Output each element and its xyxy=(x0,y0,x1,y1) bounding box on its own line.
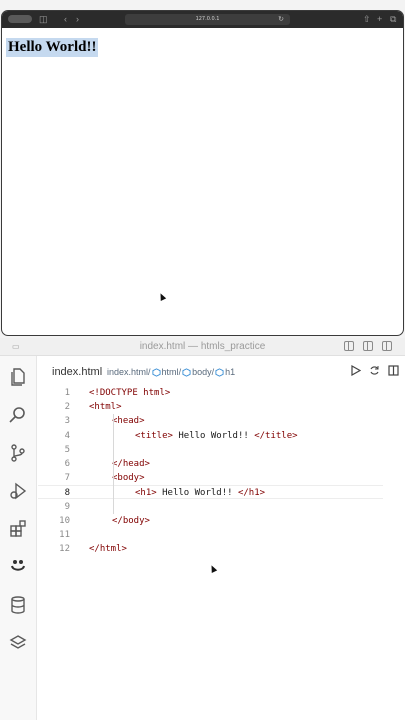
rendered-heading: Hello World!! xyxy=(6,38,99,57)
database-icon[interactable] xyxy=(6,593,30,617)
element-cube-icon xyxy=(182,367,191,377)
line-code: </head> xyxy=(112,459,150,469)
browser-frame: ◫ ‹ › 127.0.0.1 ↻ ⇧ + ⧉ Hello World!! xyxy=(1,10,404,336)
line-code: <body> xyxy=(112,473,145,484)
element-cube-icon xyxy=(151,367,161,377)
indent-guide xyxy=(113,485,114,514)
back-icon[interactable]: ‹ xyxy=(64,13,67,25)
run-icon[interactable] xyxy=(350,365,361,376)
code-line[interactable]: 8 <h1> Hello World!! </h1> xyxy=(38,485,383,500)
browser-window: ◫ ‹ › 127.0.0.1 ↻ ⇧ + ⧉ Hello World!! xyxy=(0,0,405,338)
layout-sidebar-icon[interactable] xyxy=(363,341,373,351)
window-controls[interactable] xyxy=(8,15,32,23)
line-number: 2 xyxy=(64,402,70,413)
layout-panel-icon[interactable] xyxy=(344,341,354,351)
explorer-icon[interactable] xyxy=(6,365,30,389)
share-icon[interactable]: ⇧ xyxy=(363,13,371,25)
breadcrumb-body[interactable]: body xyxy=(192,367,212,377)
editor-tab-bar: index.html index.html / html / body / h1 xyxy=(38,358,405,386)
forward-icon[interactable]: › xyxy=(76,13,79,25)
browser-toolbar: ◫ ‹ › 127.0.0.1 ↻ ⇧ + ⧉ xyxy=(2,11,403,28)
element-cube-icon xyxy=(215,367,224,377)
indent-guide xyxy=(113,428,114,457)
code-line[interactable]: 3 <head> xyxy=(38,414,383,428)
code-line[interactable]: 12 </html> xyxy=(38,542,383,556)
new-tab-icon[interactable]: + xyxy=(377,13,382,25)
reload-icon[interactable]: ↻ xyxy=(278,14,284,25)
line-number: 11 xyxy=(59,530,70,540)
breadcrumb-file[interactable]: index.html xyxy=(107,367,148,377)
line-code: </html> xyxy=(89,544,127,555)
breadcrumb-separator: / xyxy=(148,367,151,377)
address-bar[interactable]: 127.0.0.1 ↻ xyxy=(125,14,290,25)
tab-overview-icon[interactable]: ⧉ xyxy=(390,13,396,25)
breadcrumb-separator: / xyxy=(178,367,182,377)
editor-titlebar: ▭ index.html — htmls_practice xyxy=(0,338,405,356)
url-text: 127.0.0.1 xyxy=(195,16,220,22)
split-editor-icon[interactable] xyxy=(388,365,399,376)
tab-index-html[interactable]: index.html xyxy=(52,366,102,378)
code-editor[interactable]: 1 <!DOCTYPE html> 2 <html> 3 <head> 4 <title> H… xyxy=(38,386,405,720)
line-code: <h1> Hello World!! </h1> xyxy=(135,488,266,499)
line-code: </body> xyxy=(112,515,150,526)
line-number: 4 xyxy=(64,430,70,441)
compare-changes-icon[interactable] xyxy=(369,365,380,376)
code-line[interactable]: 1 <!DOCTYPE html> xyxy=(38,386,383,400)
line-number: 9 xyxy=(64,501,70,512)
code-line[interactable]: 9 xyxy=(38,500,383,514)
line-code: <title> Hello World!! </title> xyxy=(135,430,298,441)
editor-actions xyxy=(350,365,399,376)
source-control-icon[interactable] xyxy=(6,441,30,465)
code-line[interactable]: 4 <title> Hello World!! </title> xyxy=(38,429,383,443)
line-number: 10 xyxy=(59,515,70,526)
line-number: 8 xyxy=(64,488,70,499)
extensions-icon[interactable] xyxy=(6,517,30,541)
code-line[interactable]: 5 xyxy=(38,443,383,457)
breadcrumb: index.html / html / body / h1 xyxy=(107,367,235,377)
breadcrumb-separator: / xyxy=(211,367,215,377)
line-code: <head> xyxy=(112,416,145,427)
line-code: <html> xyxy=(89,402,122,413)
search-icon[interactable] xyxy=(6,403,30,427)
line-number: 1 xyxy=(64,388,70,398)
line-number: 5 xyxy=(64,444,70,455)
line-number: 6 xyxy=(64,459,70,469)
layers-icon[interactable] xyxy=(6,631,30,655)
code-line[interactable]: 6 </head> xyxy=(38,457,383,471)
run-debug-icon[interactable] xyxy=(6,479,30,503)
line-number: 12 xyxy=(59,544,70,555)
code-line[interactable]: 7 <body> xyxy=(38,471,383,485)
live-share-icon[interactable] xyxy=(6,555,30,579)
breadcrumb-h1[interactable]: h1 xyxy=(225,367,235,377)
sidebar-toggle-icon[interactable]: ◫ xyxy=(39,13,48,25)
code-line[interactable]: 2 <html> xyxy=(38,400,383,414)
breadcrumb-html[interactable]: html xyxy=(162,367,179,377)
line-number: 7 xyxy=(64,473,70,484)
layout-split-icon[interactable] xyxy=(382,341,392,351)
line-number: 3 xyxy=(64,416,70,427)
line-code: <!DOCTYPE html> xyxy=(89,388,171,398)
activity-bar xyxy=(0,356,37,720)
code-line[interactable]: 11 xyxy=(38,528,383,542)
code-line[interactable]: 10 </body> xyxy=(38,514,383,528)
